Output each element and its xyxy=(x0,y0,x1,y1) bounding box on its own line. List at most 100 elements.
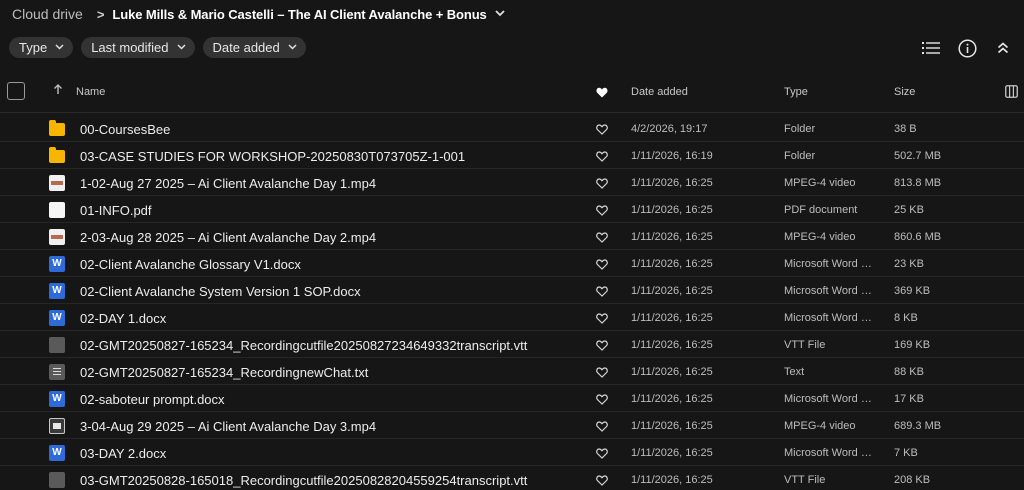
heart-icon[interactable] xyxy=(596,338,608,356)
table-row[interactable]: W 02-Client Avalanche System Version 1 SO… xyxy=(0,277,1024,304)
filter-bar: Type Last modified Date added xyxy=(9,37,306,58)
file-size: 88 KB xyxy=(894,366,924,378)
folder-icon xyxy=(49,147,65,163)
table-row[interactable]: 1-02-Aug 27 2025 – Ai Client Avalanche D… xyxy=(0,169,1024,196)
table-row[interactable]: 2-03-Aug 28 2025 – Ai Client Avalanche D… xyxy=(0,223,1024,250)
list-view-icon[interactable] xyxy=(920,37,942,59)
table-row[interactable]: W 02-DAY 1.docx 1/11/2026, 16:25 Microsoft … xyxy=(0,304,1024,331)
table-row[interactable]: 02-GMT20250827-165234_Recordingcutfile20… xyxy=(0,331,1024,358)
select-all-checkbox[interactable] xyxy=(7,82,25,100)
file-name[interactable]: 02-DAY 1.docx xyxy=(80,311,166,326)
pdf-file-icon xyxy=(49,202,65,218)
file-type: Folder xyxy=(784,123,816,135)
table-row[interactable]: W 03-DAY 2.docx 1/11/2026, 16:25 Microsoft … xyxy=(0,439,1024,466)
file-name[interactable]: 03-GMT20250828-165018_Recordingcutfile20… xyxy=(80,473,527,488)
file-name[interactable]: 02-saboteur prompt.docx xyxy=(80,392,225,407)
word-letter: W xyxy=(52,312,62,323)
collapse-up-icon[interactable] xyxy=(992,37,1014,59)
date-added: 1/11/2026, 16:25 xyxy=(631,231,713,243)
file-name[interactable]: 02-Client Avalanche Glossary V1.docx xyxy=(80,257,301,272)
file-type: Microsoft Word d... xyxy=(784,312,876,324)
table-row[interactable]: 03-GMT20250828-165018_Recordingcutfile20… xyxy=(0,466,1024,490)
heart-icon[interactable] xyxy=(596,203,608,221)
chevron-down-icon xyxy=(176,42,186,53)
heart-icon[interactable] xyxy=(596,122,608,140)
file-name[interactable]: 01-INFO.pdf xyxy=(80,203,152,218)
date-added: 1/11/2026, 16:25 xyxy=(631,285,713,297)
file-size: 369 KB xyxy=(894,285,931,297)
heart-icon[interactable] xyxy=(596,446,608,464)
file-name[interactable]: 02-GMT20250827-165234_RecordingnewChat.t… xyxy=(80,365,368,380)
date-added: 1/11/2026, 16:19 xyxy=(631,150,713,162)
file-name[interactable]: 03-DAY 2.docx xyxy=(80,446,166,461)
word-document-icon: W xyxy=(49,391,65,407)
video-file-icon xyxy=(49,175,65,191)
date-added: 1/11/2026, 16:25 xyxy=(631,312,713,324)
file-size: 8 KB xyxy=(894,312,918,324)
filter-last-modified[interactable]: Last modified xyxy=(81,37,195,58)
filter-date-added[interactable]: Date added xyxy=(202,37,306,58)
file-type: Microsoft Word d... xyxy=(784,258,876,270)
file-name[interactable]: 00-CoursesBee xyxy=(80,122,170,137)
heart-icon[interactable] xyxy=(596,149,608,167)
info-icon[interactable] xyxy=(956,37,978,59)
heart-icon[interactable] xyxy=(596,365,608,383)
heart-icon[interactable] xyxy=(596,392,608,410)
table-row[interactable]: 01-INFO.pdf 1/11/2026, 16:25 PDF document 2… xyxy=(0,196,1024,223)
file-type: PDF document xyxy=(784,204,858,216)
heart-icon[interactable] xyxy=(596,473,608,490)
file-size: 208 KB xyxy=(894,474,931,486)
breadcrumb-current-folder[interactable]: Luke Mills & Mario Castelli – The AI Cli… xyxy=(112,7,486,22)
filter-type-label: Type xyxy=(19,40,48,55)
column-header-date-added[interactable]: Date added xyxy=(631,86,688,98)
word-document-icon: W xyxy=(49,283,65,299)
heart-icon[interactable] xyxy=(596,284,608,302)
folder-icon xyxy=(49,120,65,136)
heart-icon[interactable] xyxy=(596,85,608,103)
breadcrumb-root[interactable]: Cloud drive xyxy=(12,6,83,22)
table-row[interactable]: 00-CoursesBee 4/2/2026, 19:17 Folder 38 B xyxy=(0,115,1024,142)
heart-icon[interactable] xyxy=(596,230,608,248)
heart-icon[interactable] xyxy=(596,419,608,437)
column-header-size[interactable]: Size xyxy=(894,86,915,98)
date-added: 1/11/2026, 16:25 xyxy=(631,420,713,432)
table-row[interactable]: W 02-Client Avalanche Glossary V1.docx 1/1… xyxy=(0,250,1024,277)
columns-settings-icon[interactable] xyxy=(1005,85,1018,103)
date-added: 1/11/2026, 16:25 xyxy=(631,447,713,459)
filter-date-added-label: Date added xyxy=(212,40,280,55)
table-row[interactable]: 3-04-Aug 29 2025 – Ai Client Avalanche D… xyxy=(0,412,1024,439)
file-name[interactable]: 3-04-Aug 29 2025 – Ai Client Avalanche D… xyxy=(80,419,376,434)
column-header-name[interactable]: Name xyxy=(76,86,105,98)
table-row[interactable]: 02-GMT20250827-165234_RecordingnewChat.t… xyxy=(0,358,1024,385)
file-name[interactable]: 02-Client Avalanche System Version 1 SOP… xyxy=(80,284,361,299)
video-file-icon xyxy=(49,229,65,245)
file-type: MPEG-4 video xyxy=(784,420,856,432)
file-size: 25 KB xyxy=(894,204,924,216)
file-name[interactable]: 2-03-Aug 28 2025 – Ai Client Avalanche D… xyxy=(80,230,376,245)
file-size: 169 KB xyxy=(894,339,931,351)
table-row[interactable]: W 02-saboteur prompt.docx 1/11/2026, 16:25… xyxy=(0,385,1024,412)
file-name[interactable]: 03-CASE STUDIES FOR WORKSHOP-20250830T07… xyxy=(80,149,465,164)
file-name[interactable]: 02-GMT20250827-165234_Recordingcutfile20… xyxy=(80,338,527,353)
file-size: 23 KB xyxy=(894,258,924,270)
file-type: VTT File xyxy=(784,474,826,486)
sort-ascending-icon[interactable] xyxy=(53,84,63,98)
file-size: 502.7 MB xyxy=(894,150,942,162)
heart-icon[interactable] xyxy=(596,311,608,329)
table-row[interactable]: 03-CASE STUDIES FOR WORKSHOP-20250830T07… xyxy=(0,142,1024,169)
chevron-down-icon[interactable] xyxy=(495,8,505,20)
text-file-icon xyxy=(49,364,65,380)
heart-icon[interactable] xyxy=(596,257,608,275)
filter-last-modified-label: Last modified xyxy=(91,40,169,55)
filter-type[interactable]: Type xyxy=(9,37,74,58)
heart-icon[interactable] xyxy=(596,176,608,194)
file-size: 813.8 MB xyxy=(894,177,942,189)
file-type: Microsoft Word d... xyxy=(784,393,876,405)
file-type: Microsoft Word d... xyxy=(784,447,876,459)
file-size: 38 B xyxy=(894,123,917,135)
word-letter: W xyxy=(52,285,62,296)
file-type: Folder xyxy=(784,150,816,162)
column-header-type[interactable]: Type xyxy=(784,86,808,98)
file-size: 17 KB xyxy=(894,393,924,405)
file-name[interactable]: 1-02-Aug 27 2025 – Ai Client Avalanche D… xyxy=(80,176,376,191)
